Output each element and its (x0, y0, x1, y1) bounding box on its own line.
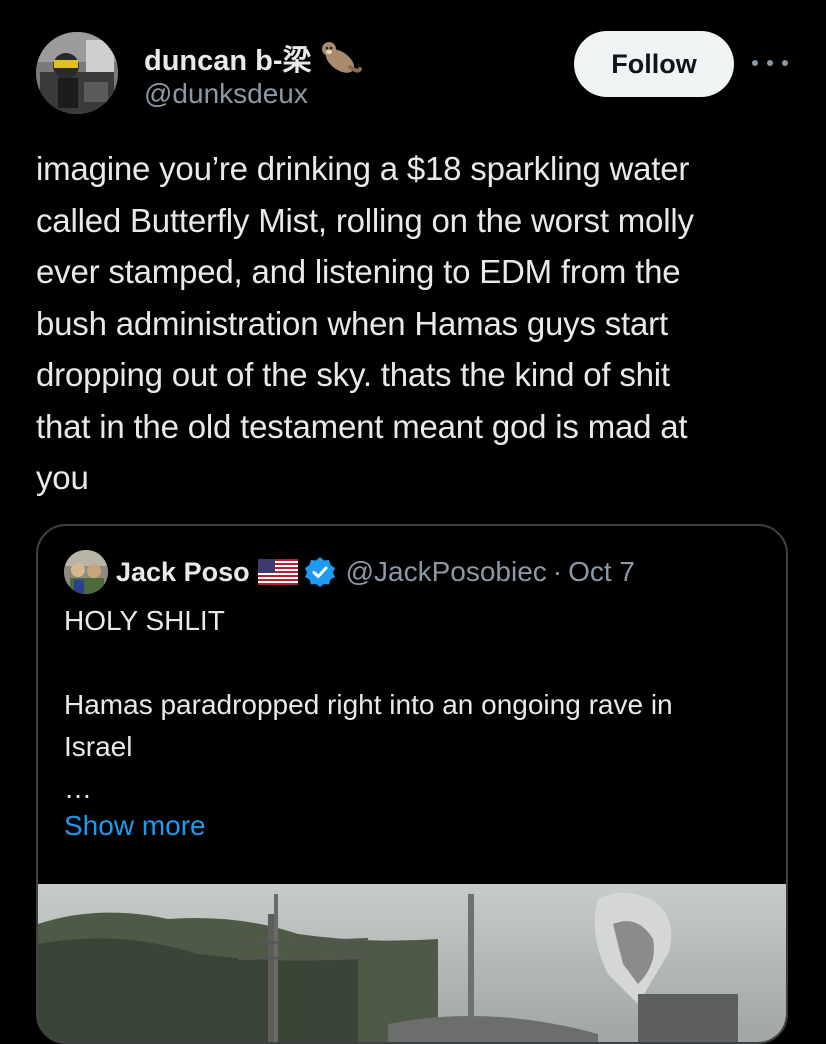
author-avatar[interactable] (36, 32, 118, 114)
tweet-text: imagine you’re drinking a $18 sparkling … (36, 150, 694, 496)
avatar-image (36, 32, 118, 114)
quoted-author-name[interactable]: Jack Poso (116, 557, 250, 588)
quoted-author-avatar[interactable] (64, 550, 108, 594)
author-handle[interactable]: @dunksdeux (144, 78, 308, 110)
separator-dot: · (552, 556, 563, 587)
author-name[interactable]: duncan b-梁 (144, 37, 312, 79)
quoted-author-handle[interactable]: @JackPosobiec (346, 556, 547, 588)
quoted-date[interactable]: Oct 7 (568, 556, 635, 588)
quoted-header: Jack Poso @JackPosobiec · Oct 7 (116, 552, 635, 592)
author-name-row[interactable]: duncan b-梁 (144, 37, 362, 79)
otter-emoji-icon (321, 42, 362, 73)
quoted-tweet-card[interactable]: Jack Poso @JackPosobiec · Oct 7 HOLY SHL… (36, 524, 788, 1044)
more-options-icon[interactable] (752, 50, 788, 76)
verified-badge-icon (304, 557, 335, 587)
quoted-media-image[interactable] (38, 884, 786, 1042)
dot (767, 60, 773, 66)
dot (752, 60, 758, 66)
dot (782, 60, 788, 66)
quoted-tweet-text: HOLY SHLIT Hamas paradropped right into … (64, 605, 673, 804)
us-flag-emoji-icon (257, 559, 298, 585)
quoted-avatar-image (64, 550, 108, 594)
follow-button[interactable]: Follow (574, 31, 734, 97)
media-photo (38, 884, 786, 1042)
show-more-link[interactable]: Show more (64, 810, 206, 842)
